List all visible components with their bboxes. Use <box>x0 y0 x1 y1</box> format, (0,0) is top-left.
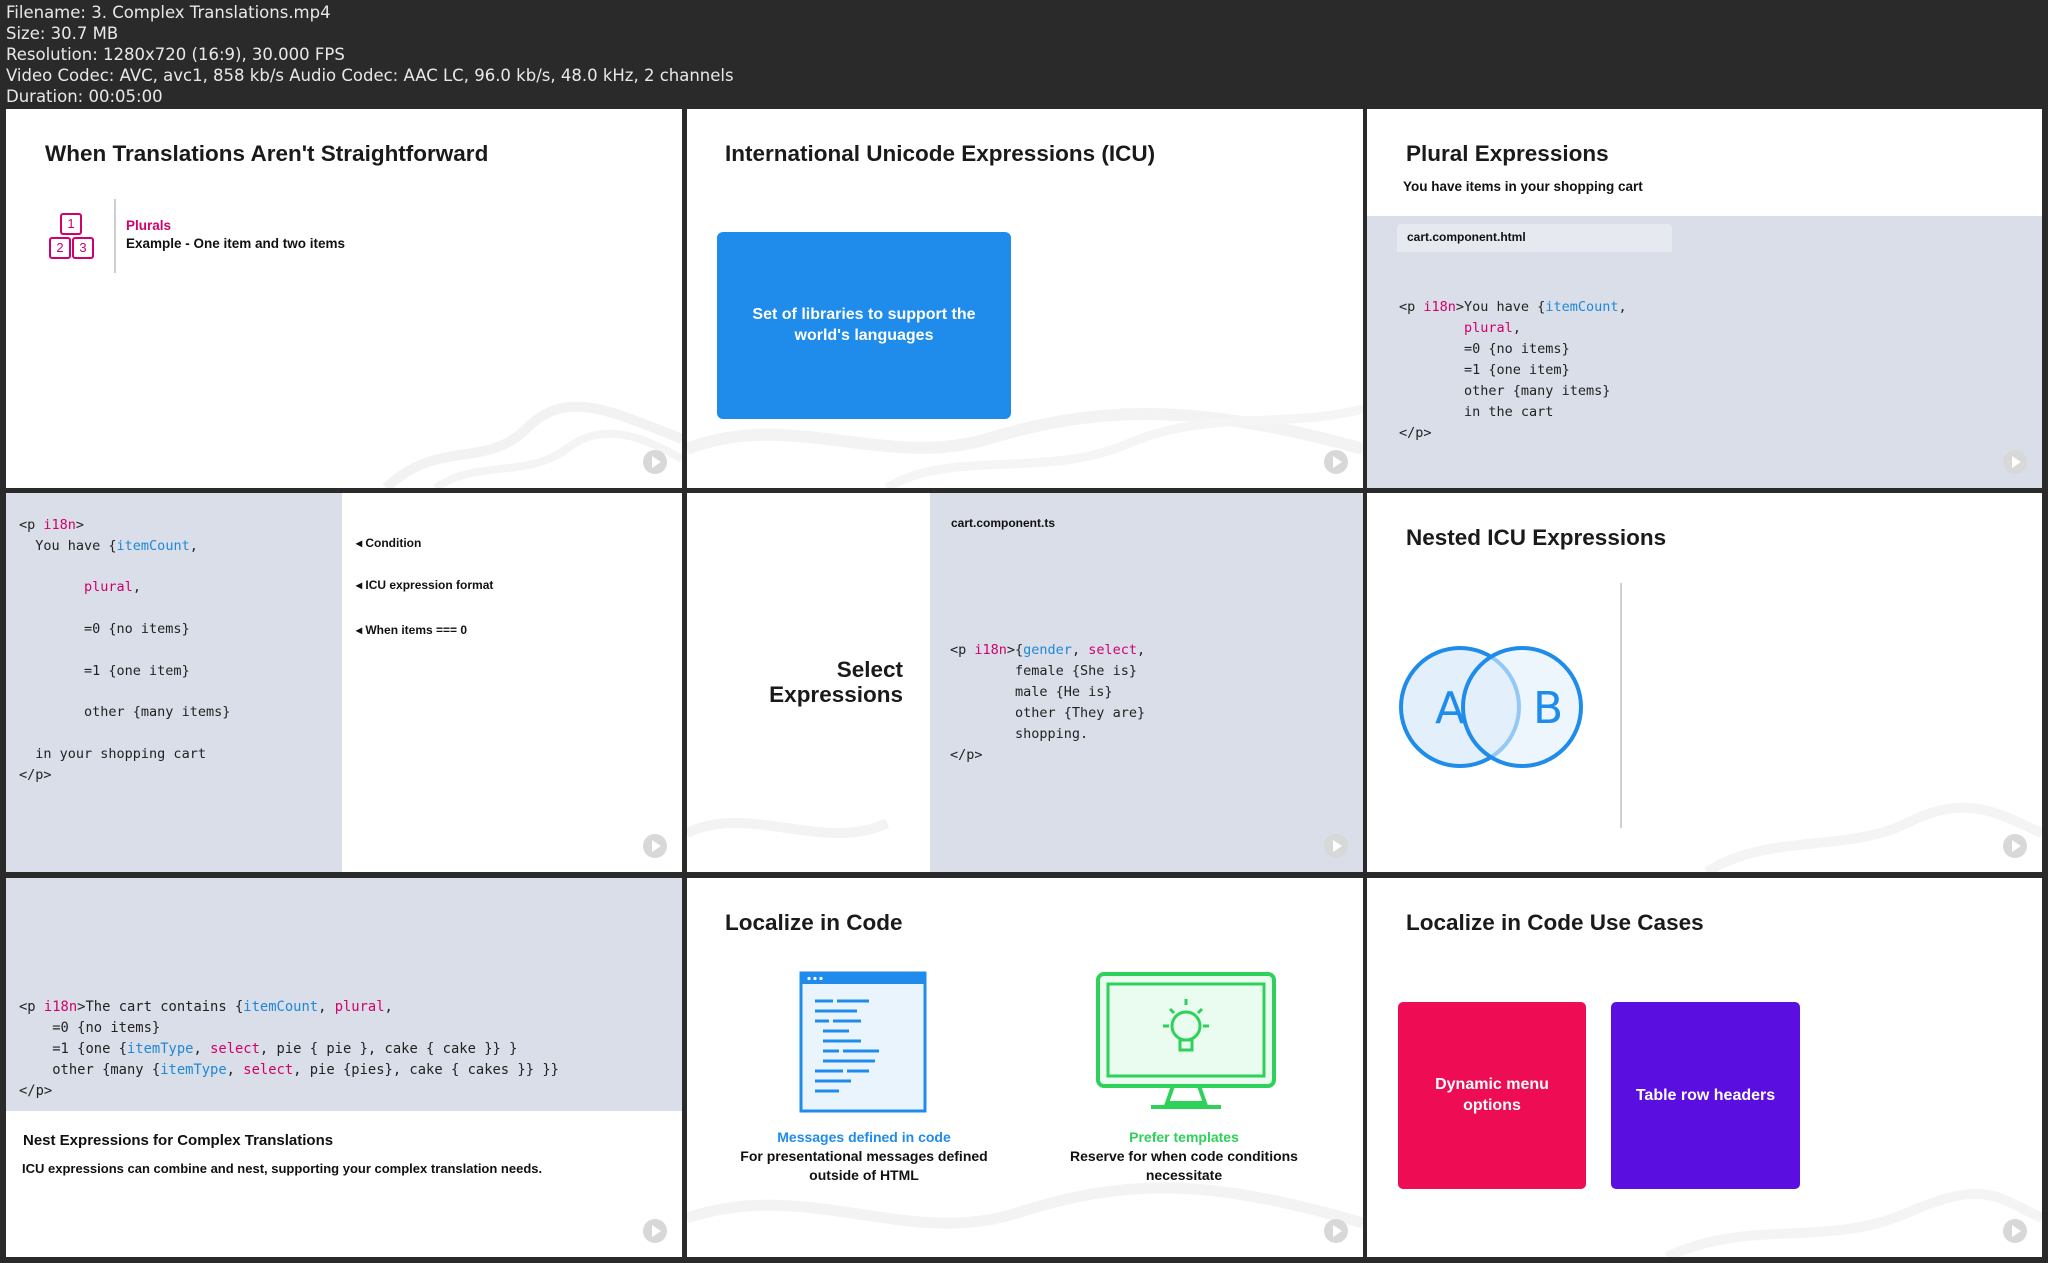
plurals-icon: 1 2 3 <box>44 213 104 263</box>
slide-subtitle: You have items in your shopping cart <box>1403 179 1643 194</box>
slide-title: Localize in Code Use Cases <box>1406 910 1704 935</box>
thumbnail-slide-4[interactable]: <p i18n> You have {itemCount, plural, =0… <box>6 493 682 872</box>
play-icon[interactable] <box>643 1219 667 1243</box>
title-line-1: Select <box>836 657 903 682</box>
digit-3: 3 <box>72 237 94 259</box>
thumbnail-slide-7[interactable]: <p i18n>The cart contains {itemCount, pl… <box>6 878 682 1257</box>
codec-text: Video Codec: AVC, avc1, 858 kb/s Audio C… <box>6 66 734 85</box>
thumbnail-slide-8[interactable]: Localize in Code Messages defined in cod… <box>687 878 1363 1257</box>
dynamic-menu-line-2: options <box>1463 1097 1521 1114</box>
thumbnail-slide-5[interactable]: Select Expressions cart.component.ts <p i… <box>687 493 1363 872</box>
play-icon[interactable] <box>2003 834 2027 858</box>
venn-diagram-icon: A B <box>1399 646 1583 768</box>
messages-caption: Messages defined in code For presentation… <box>719 1128 1009 1185</box>
dynamic-menu-line-1: Dynamic menu <box>1435 1076 1549 1093</box>
thumbnail-slide-6[interactable]: Nested ICU Expressions A B <box>1367 493 2042 872</box>
play-icon[interactable] <box>643 450 667 474</box>
file-tab-label: cart.component.ts <box>951 516 1056 530</box>
blue-box-text: Set of libraries to support the world's l… <box>717 304 1011 346</box>
slide-title: International Unicode Expressions (ICU) <box>725 141 1156 166</box>
dynamic-menu-card-text: Dynamic menu options <box>1398 1074 1586 1116</box>
resolution-text: Resolution: 1280x720 (16:9), 30.000 FPS <box>6 45 345 64</box>
annotation-condition: ◂ Condition <box>356 536 422 550</box>
duration-text: Duration: 00:05:00 <box>6 87 163 106</box>
code-block: <p i18n> You have {itemCount, plural, =0… <box>19 517 231 783</box>
divider <box>114 199 116 273</box>
file-tab-label: cart.component.html <box>1407 230 1526 244</box>
blue-box-line-1: Set of libraries to support the <box>752 306 976 323</box>
divider <box>1620 583 1622 828</box>
circle-a-label: A <box>1435 683 1465 734</box>
monitor-lightbulb-icon <box>1096 972 1276 1109</box>
slide-title: Plural Expressions <box>1406 141 1609 166</box>
play-icon[interactable] <box>1324 834 1348 858</box>
slide-title: When Translations Aren't Straightforward <box>45 141 489 166</box>
messages-caption-line-2: outside of HTML <box>809 1167 919 1183</box>
plurals-label: Plurals <box>126 218 172 233</box>
play-icon[interactable] <box>643 834 667 858</box>
templates-caption-line-1: Reserve for when code conditions <box>1070 1148 1298 1164</box>
templates-caption-title: Prefer templates <box>1129 1129 1239 1145</box>
annotation-zero-items: ◂ When items === 0 <box>356 623 468 637</box>
title-line-2: Expressions <box>769 682 903 707</box>
code-window-icon <box>799 971 927 1113</box>
blue-box-line-2: world's languages <box>794 327 934 344</box>
table-row-headers-text: Table row headers <box>1635 1087 1776 1104</box>
play-icon[interactable] <box>1324 450 1348 474</box>
play-icon[interactable] <box>1324 1219 1348 1243</box>
code-block: <p i18n>The cart contains {itemCount, pl… <box>19 999 559 1099</box>
digit-1: 1 <box>60 213 82 235</box>
templates-caption: Prefer templates Reserve for when code co… <box>1039 1128 1329 1185</box>
slide-title: Localize in Code <box>725 910 903 935</box>
file-info: Filename: 3. Complex Translations.mp4 Si… <box>6 2 734 107</box>
code-block: <p i18n>You have {itemCount, plural, =0 … <box>1399 299 1627 441</box>
thumbnail-slide-2[interactable]: International Unicode Expressions (ICU) … <box>687 109 1363 488</box>
thumbnail-slide-3[interactable]: Plural Expressions You have items in you… <box>1367 109 2042 488</box>
digit-2: 2 <box>49 237 71 259</box>
messages-caption-line-1: For presentational messages defined <box>740 1148 988 1164</box>
size-text: Size: 30.7 MB <box>6 24 119 43</box>
messages-caption-title: Messages defined in code <box>777 1129 951 1145</box>
code-block: <p i18n>{gender, select, female {She is}… <box>950 642 1146 763</box>
thumbnail-slide-1[interactable]: When Translations Aren't Straightforward… <box>6 109 682 488</box>
slide-title: Nested ICU Expressions <box>1406 525 1667 550</box>
plurals-example: Example - One item and two items <box>126 236 346 251</box>
circle-b-label: B <box>1533 683 1563 734</box>
play-icon[interactable] <box>2003 1219 2027 1243</box>
templates-caption-line-2: necessitate <box>1145 1167 1223 1183</box>
filename-text: Filename: 3. Complex Translations.mp4 <box>6 3 331 22</box>
thumbnail-slide-9[interactable]: Localize in Code Use Cases Dynamic menu o… <box>1367 878 2042 1257</box>
section-heading: Nest Expressions for Complex Translation… <box>23 1132 334 1149</box>
section-body: ICU expressions can combine and nest, su… <box>22 1161 543 1176</box>
slide-title: Select Expressions <box>769 657 903 707</box>
play-icon[interactable] <box>2003 450 2027 474</box>
annotation-icu-format: ◂ ICU expression format <box>356 578 494 592</box>
